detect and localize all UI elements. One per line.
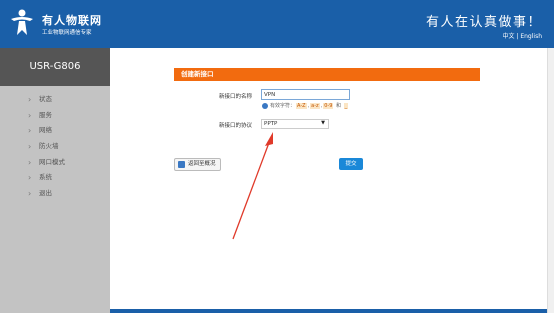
- vertical-scrollbar[interactable]: [547, 48, 554, 313]
- bottom-bar: [110, 309, 547, 313]
- annotation-arrow: [232, 132, 273, 240]
